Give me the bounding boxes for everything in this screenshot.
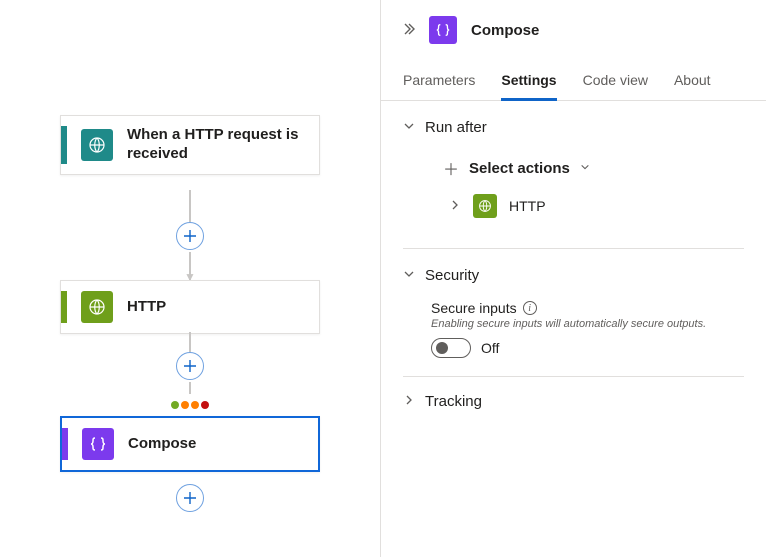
chevron-down-icon — [580, 162, 590, 175]
section-security: Security Secure inputs i Enabling secure… — [381, 249, 766, 364]
node-label: Compose — [128, 435, 196, 454]
designer-canvas[interactable]: When a HTTP request is received ▼ HTTP ▼… — [0, 0, 380, 557]
secure-inputs-hint: Enabling secure inputs will automaticall… — [431, 318, 744, 330]
connector-line — [189, 332, 191, 352]
tab-parameters[interactable]: Parameters — [403, 64, 475, 101]
connector-line — [189, 190, 191, 222]
node-accent — [61, 126, 67, 164]
section-run-after: Run after ＋ Select actions HTTP — [381, 101, 766, 236]
chevron-down-icon — [403, 120, 415, 135]
globe-icon — [473, 194, 497, 218]
node-label: HTTP — [127, 298, 166, 317]
tab-code-view[interactable]: Code view — [583, 64, 648, 101]
section-header-security[interactable]: Security — [403, 267, 744, 284]
details-panel: Compose Parameters Settings Code view Ab… — [380, 0, 766, 557]
section-title: Tracking — [425, 393, 482, 410]
section-header-run-after[interactable]: Run after — [403, 119, 744, 136]
globe-icon — [81, 129, 113, 161]
security-body: Secure inputs i Enabling secure inputs w… — [431, 300, 744, 358]
globe-icon — [81, 291, 113, 323]
section-title: Run after — [425, 119, 487, 136]
braces-icon — [82, 428, 114, 460]
section-tracking: Tracking — [381, 377, 766, 416]
add-step-button[interactable] — [176, 222, 204, 250]
collapse-panel-button[interactable] — [401, 22, 415, 38]
panel-title: Compose — [471, 22, 539, 39]
chevron-right-icon — [403, 394, 415, 409]
connector-line — [189, 382, 191, 394]
section-header-tracking[interactable]: Tracking — [403, 393, 744, 410]
chevron-right-icon — [449, 199, 461, 214]
run-after-item-label: HTTP — [509, 198, 546, 214]
info-icon[interactable]: i — [523, 301, 537, 315]
node-compose[interactable]: Compose — [60, 416, 320, 472]
toggle-knob — [436, 342, 448, 354]
secure-inputs-label: Secure inputs — [431, 300, 517, 316]
node-http[interactable]: HTTP — [60, 280, 320, 334]
chevron-down-icon — [403, 268, 415, 283]
node-label: When a HTTP request is received — [127, 126, 305, 164]
status-dot — [181, 401, 189, 409]
node-accent — [61, 291, 67, 323]
status-dot — [171, 401, 179, 409]
node-http-request-trigger[interactable]: When a HTTP request is received — [60, 115, 320, 175]
status-dot — [201, 401, 209, 409]
select-actions-label: Select actions — [469, 160, 570, 177]
toggle-state-label: Off — [481, 340, 499, 356]
tabs: Parameters Settings Code view About — [381, 64, 766, 101]
secure-inputs-toggle[interactable] — [431, 338, 471, 358]
tab-settings[interactable]: Settings — [501, 64, 556, 101]
run-after-status-dots — [171, 401, 209, 409]
plus-icon: ＋ — [443, 156, 459, 180]
panel-header: Compose — [381, 0, 766, 64]
add-step-button[interactable] — [176, 484, 204, 512]
section-title: Security — [425, 267, 479, 284]
run-after-item-http[interactable]: HTTP — [449, 194, 744, 218]
braces-icon — [429, 16, 457, 44]
add-step-button[interactable] — [176, 352, 204, 380]
select-actions-button[interactable]: ＋ Select actions — [443, 156, 744, 180]
status-dot — [191, 401, 199, 409]
tab-about[interactable]: About — [674, 64, 711, 101]
node-accent — [62, 428, 68, 460]
